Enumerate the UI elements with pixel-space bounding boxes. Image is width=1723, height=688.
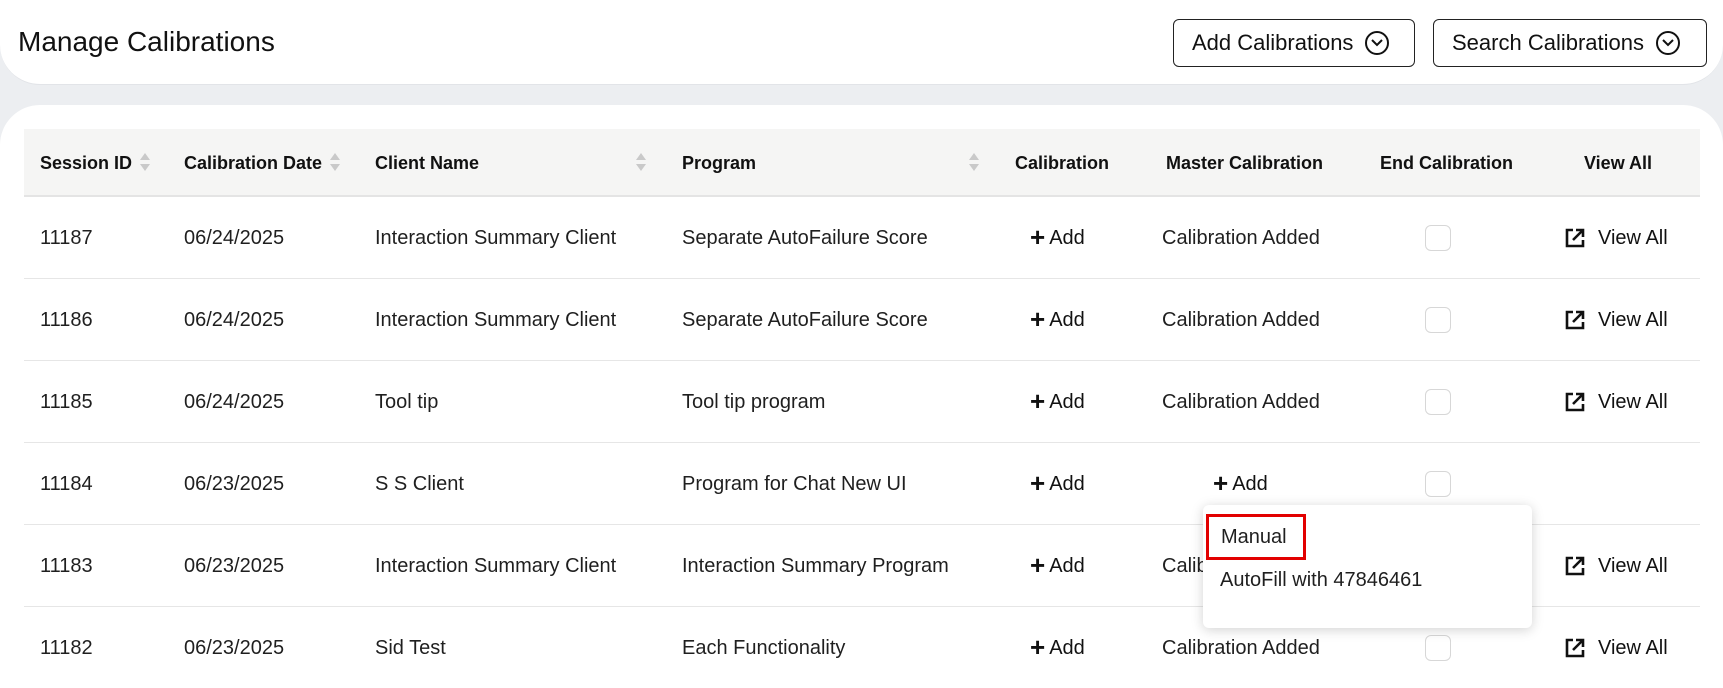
program-cell: Interaction Summary Program [682, 554, 949, 577]
chevron-down-icon [1655, 31, 1680, 55]
table-header: Session ID Calibration Date Client Name … [24, 129, 1700, 197]
page-header: Manage Calibrations Add Calibrations Sea… [0, 0, 1723, 85]
col-end-calibration: End Calibration [1380, 152, 1514, 173]
program-cell: Separate AutoFailure Score [682, 226, 928, 249]
master-calibration-status: Calibration Added [1162, 390, 1320, 413]
add-calibrations-button[interactable]: Add Calibrations [1173, 19, 1415, 67]
calibration-add-button[interactable]: + Add [1030, 443, 1085, 525]
master-calibration-status: Calibration Added [1162, 308, 1320, 331]
add-label: Add [1049, 636, 1085, 659]
col-calibration-date[interactable]: Calibration Date [184, 129, 322, 197]
session-id-cell: 11185 [40, 390, 93, 413]
checkbox[interactable] [1425, 307, 1451, 333]
external-link-icon [1565, 228, 1585, 248]
calibration-add-button[interactable]: + Add [1030, 197, 1085, 279]
view-all-link[interactable]: View All [1564, 197, 1668, 279]
date-cell: 06/24/2025 [184, 226, 285, 249]
program-cell: Separate AutoFailure Score [682, 308, 928, 331]
chevron-down-icon [1365, 31, 1390, 55]
col-view-all: View All [1584, 152, 1653, 173]
master-calibration-status: Calib [1162, 554, 1208, 577]
col-master-calibration: Master Calibration [1166, 152, 1324, 173]
client-cell: Tool tip [375, 390, 439, 413]
plus-icon: + [1030, 468, 1046, 498]
plus-icon: + [1030, 222, 1046, 252]
table-row: 11185 06/24/2025 Tool tip Tool tip progr… [24, 361, 1700, 443]
view-all-link[interactable]: View All [1564, 361, 1668, 443]
table-row: 11186 06/24/2025 Interaction Summary Cli… [24, 279, 1700, 361]
view-all-label: View All [1598, 308, 1668, 331]
add-label: Add [1049, 554, 1085, 577]
date-cell: 06/23/2025 [184, 472, 285, 495]
client-cell: Interaction Summary Client [375, 554, 617, 577]
checkbox[interactable] [1425, 635, 1451, 661]
external-link-icon [1565, 638, 1585, 658]
sort-icon[interactable] [140, 151, 150, 175]
end-calibration-checkbox[interactable] [1425, 197, 1451, 279]
session-id-cell: 11183 [40, 554, 93, 577]
view-all-label: View All [1598, 554, 1668, 577]
program-cell: Tool tip program [682, 390, 826, 413]
add-label: Add [1049, 472, 1085, 495]
add-calibrations-label: Add Calibrations [1192, 30, 1354, 55]
client-cell: Interaction Summary Client [375, 308, 617, 331]
session-id-cell: 11184 [40, 472, 93, 495]
program-cell: Each Functionality [682, 636, 846, 659]
calibration-add-button[interactable]: + Add [1030, 525, 1085, 607]
plus-icon: + [1030, 386, 1046, 416]
sort-icon[interactable] [636, 151, 646, 175]
date-cell: 06/23/2025 [184, 636, 285, 659]
end-calibration-checkbox[interactable] [1425, 361, 1451, 443]
search-calibrations-label: Search Calibrations [1452, 30, 1644, 55]
view-all-label: View All [1598, 636, 1668, 659]
col-calibration: Calibration [1015, 152, 1110, 173]
col-session-id[interactable]: Session ID [40, 129, 132, 197]
dropdown-item-autofill[interactable]: AutoFill with 47846461 [1220, 569, 1422, 592]
program-cell: Program for Chat New UI [682, 472, 907, 495]
master-calibration-status: Calibration Added [1162, 226, 1320, 249]
plus-icon: + [1030, 632, 1046, 662]
session-id-cell: 11186 [40, 308, 93, 331]
session-id-cell: 11182 [40, 636, 93, 659]
date-cell: 06/24/2025 [184, 390, 285, 413]
add-label: Add [1049, 390, 1085, 413]
checkbox[interactable] [1425, 471, 1451, 497]
calibration-add-button[interactable]: + Add [1030, 607, 1085, 688]
col-client-name[interactable]: Client Name [375, 129, 479, 197]
external-link-icon [1565, 310, 1585, 330]
table-row: 11187 06/24/2025 Interaction Summary Cli… [24, 197, 1700, 279]
search-calibrations-button[interactable]: Search Calibrations [1433, 19, 1707, 67]
checkbox[interactable] [1425, 225, 1451, 251]
add-label: Add [1049, 308, 1085, 331]
dropdown-item-manual[interactable]: Manual [1206, 514, 1306, 560]
sort-icon[interactable] [330, 151, 340, 175]
external-link-icon [1565, 392, 1585, 412]
calibration-add-button[interactable]: + Add [1030, 279, 1085, 361]
view-all-link[interactable]: View All [1564, 279, 1668, 361]
end-calibration-checkbox[interactable] [1425, 279, 1451, 361]
sort-icon[interactable] [969, 151, 979, 175]
view-all-link[interactable]: View All [1564, 525, 1668, 607]
view-all-link[interactable]: View All [1564, 607, 1668, 688]
client-cell: Interaction Summary Client [375, 226, 617, 249]
calibration-add-button[interactable]: + Add [1030, 361, 1085, 443]
external-link-icon [1565, 556, 1585, 576]
plus-icon: + [1030, 550, 1046, 580]
master-calibration-dropdown: Manual AutoFill with 47846461 [1203, 505, 1532, 628]
plus-icon: + [1213, 468, 1229, 498]
add-label: Add [1049, 226, 1085, 249]
view-all-label: View All [1598, 390, 1668, 413]
plus-icon: + [1030, 304, 1046, 334]
date-cell: 06/23/2025 [184, 554, 285, 577]
client-cell: Sid Test [375, 636, 446, 659]
date-cell: 06/24/2025 [184, 308, 285, 331]
session-id-cell: 11187 [40, 226, 93, 249]
view-all-label: View All [1598, 226, 1668, 249]
checkbox[interactable] [1425, 389, 1451, 415]
client-cell: S S Client [375, 472, 464, 495]
col-program[interactable]: Program [682, 129, 756, 197]
add-label: Add [1232, 472, 1268, 495]
page-title: Manage Calibrations [18, 26, 275, 57]
